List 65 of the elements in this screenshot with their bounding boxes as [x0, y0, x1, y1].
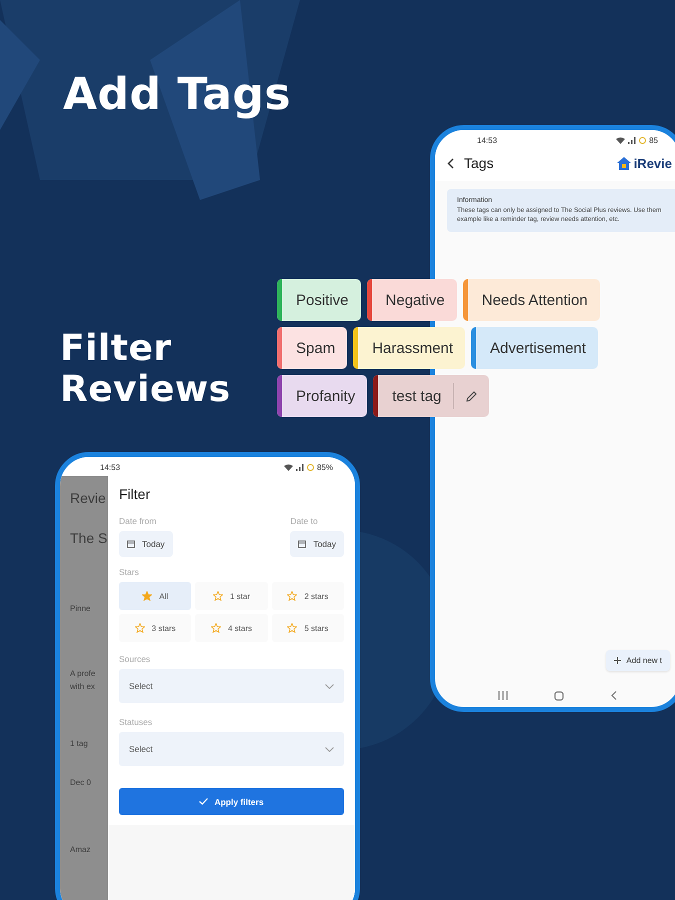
status-time: 14:53	[477, 136, 498, 145]
chevron-down-icon	[325, 746, 334, 752]
star-filter-chip[interactable]: 5 stars	[272, 614, 344, 642]
star-icon	[210, 623, 221, 633]
review-list-text: Amaz	[70, 845, 92, 854]
headline: Add Tags	[63, 70, 292, 121]
statuses-dropdown[interactable]: Select	[119, 732, 344, 766]
tag-chip[interactable]: Harassment	[353, 327, 466, 369]
sources-dropdown[interactable]: Select	[119, 669, 344, 703]
tag-chip[interactable]: Advertisement	[471, 327, 598, 369]
tag-chip[interactable]: Profanity	[277, 375, 368, 417]
star-filter-chip[interactable]: All	[119, 582, 192, 610]
screen-title: Tags	[464, 155, 494, 171]
signal-icon	[628, 137, 636, 144]
calendar-icon	[298, 540, 306, 548]
tag-chip[interactable]: Needs Attention	[462, 279, 600, 321]
wifi-icon	[616, 137, 626, 144]
plus-icon	[614, 657, 622, 664]
review-list-text: Pinne	[70, 604, 92, 613]
review-list-text: The S	[70, 530, 108, 546]
star-icon	[212, 591, 223, 601]
battery-saver-icon	[639, 137, 646, 144]
review-list-text: Dec 0	[70, 778, 92, 787]
battery-percentage: 85	[649, 136, 658, 145]
review-list-text: 1 tag	[70, 739, 89, 748]
field-label: Sources	[119, 654, 152, 664]
date-button[interactable]: Today	[119, 531, 173, 557]
calendar-icon	[127, 540, 135, 548]
star-icon	[142, 591, 152, 601]
review-list-text: with ex	[70, 682, 96, 691]
field-label: Statuses	[119, 717, 154, 727]
field-label: Stars	[119, 567, 140, 577]
tag-chip[interactable]: test tag	[373, 375, 490, 417]
tag-chip[interactable]: Spam	[277, 327, 348, 369]
star-icon	[287, 591, 298, 601]
apply-filters-button[interactable]: Apply filters	[119, 788, 344, 815]
battery-saver-icon	[306, 464, 314, 471]
star-filter-chip[interactable]: 3 stars	[119, 614, 192, 642]
field-label: Date from	[119, 516, 158, 526]
battery-percentage: 85%	[316, 463, 333, 472]
field-label: Date to	[290, 516, 319, 526]
back-icon[interactable]	[447, 158, 454, 168]
panel-title: Filter	[119, 486, 152, 502]
review-list-text: A profe	[70, 669, 96, 678]
home-icon[interactable]	[554, 691, 564, 701]
tag-chip[interactable]: Negative	[366, 279, 457, 321]
review-list-text: Revie	[70, 490, 107, 506]
signal-icon	[296, 464, 304, 471]
star-icon	[287, 623, 298, 633]
add-tag-button[interactable]: Add new t	[606, 650, 670, 671]
star-filter-chip[interactable]: 2 stars	[272, 582, 344, 610]
logo-text: iRevie	[634, 156, 672, 170]
date-button[interactable]: Today	[290, 531, 344, 557]
tag-chip[interactable]: Positive	[277, 279, 361, 321]
check-icon	[199, 798, 208, 805]
chevron-down-icon	[325, 684, 334, 688]
headline: Filter Reviews	[60, 328, 232, 411]
status-time: 14:53	[100, 463, 120, 472]
pencil-icon[interactable]	[466, 390, 478, 402]
wifi-icon	[284, 464, 293, 471]
house-logo-icon	[616, 156, 631, 170]
star-filter-chip[interactable]: 4 stars	[195, 614, 268, 642]
star-filter-chip[interactable]: 1 star	[195, 582, 268, 610]
recents-icon[interactable]	[498, 691, 508, 700]
star-icon	[134, 623, 145, 633]
